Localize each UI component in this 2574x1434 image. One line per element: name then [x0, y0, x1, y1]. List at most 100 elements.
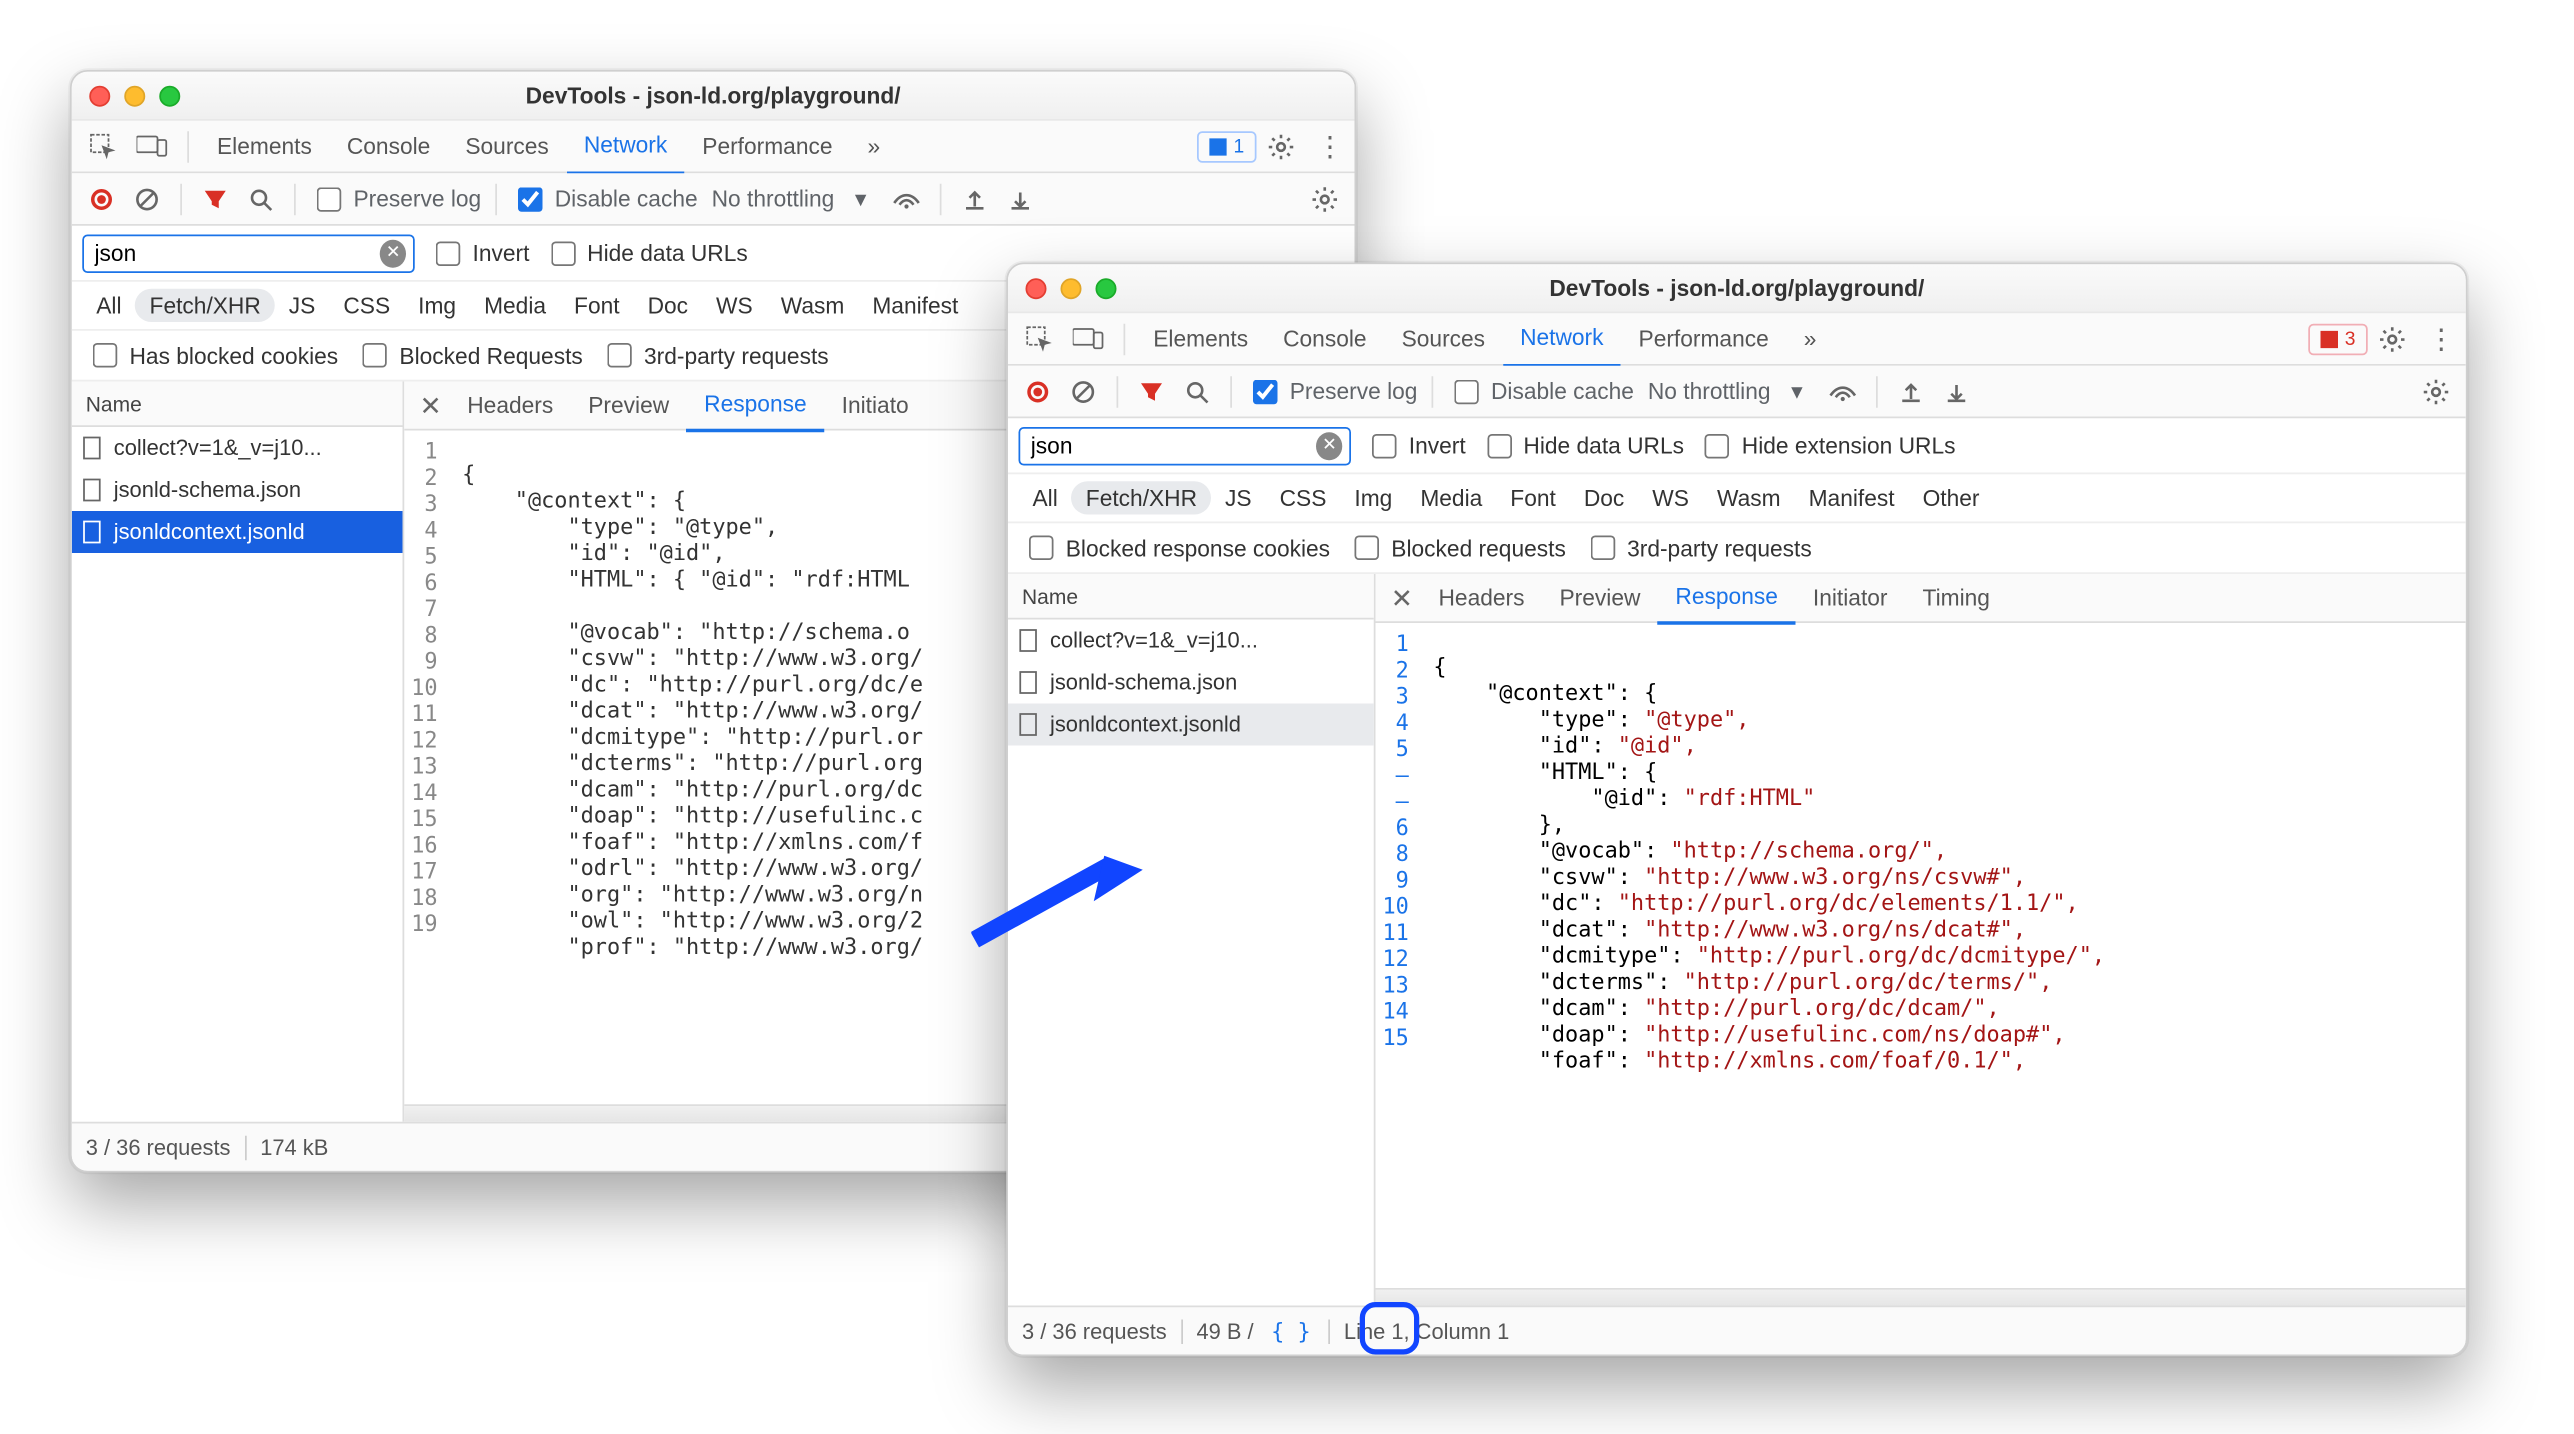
dtab-response[interactable]: Response — [687, 379, 824, 432]
dtab-headers[interactable]: Headers — [1421, 573, 1542, 622]
type-fetch-xhr[interactable]: Fetch/XHR — [1072, 481, 1211, 514]
type-js[interactable]: JS — [275, 289, 330, 322]
hide-data-urls-checkbox[interactable]: Hide data URLs — [543, 235, 747, 270]
kebab-menu-icon[interactable]: ⋮ — [2417, 321, 2466, 356]
request-row-selected[interactable]: jsonldcontext.jsonld — [1008, 704, 1374, 746]
type-wasm[interactable]: Wasm — [767, 289, 859, 322]
kebab-menu-icon[interactable]: ⋮ — [1306, 129, 1355, 164]
network-conditions-icon[interactable] — [887, 179, 926, 218]
third-party-checkbox[interactable]: 3rd-party requests — [600, 338, 828, 373]
tab-network[interactable]: Network — [1503, 311, 1621, 367]
blocked-requests-checkbox[interactable]: Blocked Requests — [356, 338, 583, 373]
dtab-headers[interactable]: Headers — [450, 381, 571, 430]
tab-network[interactable]: Network — [566, 118, 684, 174]
clear-icon[interactable] — [128, 179, 167, 218]
type-other[interactable]: Other — [1909, 481, 1994, 514]
has-blocked-cookies-checkbox[interactable]: Has blocked cookies — [86, 338, 338, 373]
type-ws[interactable]: WS — [702, 289, 767, 322]
search-icon[interactable] — [1178, 372, 1217, 411]
filter-input[interactable]: ✕ — [82, 234, 415, 273]
upload-har-icon[interactable] — [955, 179, 994, 218]
type-manifest[interactable]: Manifest — [858, 289, 972, 322]
tab-elements[interactable]: Elements — [200, 120, 330, 173]
inspect-icon[interactable] — [79, 122, 128, 171]
type-doc[interactable]: Doc — [634, 289, 702, 322]
response-source[interactable]: { "@context": { "type": "@type", "id": "… — [1423, 645, 2466, 1266]
tabs-overflow-icon[interactable]: » — [1786, 312, 1834, 365]
search-icon[interactable] — [242, 179, 281, 218]
close-detail-icon[interactable]: ✕ — [1383, 582, 1422, 614]
dtab-initiator[interactable]: Initiator — [1795, 573, 1905, 622]
download-har-icon[interactable] — [1001, 179, 1040, 218]
invert-checkbox[interactable]: Invert — [429, 235, 530, 270]
clear-filter-icon[interactable]: ✕ — [380, 239, 406, 267]
type-css[interactable]: CSS — [1266, 481, 1341, 514]
settings-icon[interactable] — [2368, 314, 2417, 363]
hide-data-urls-checkbox[interactable]: Hide data URLs — [1480, 428, 1684, 463]
tab-sources[interactable]: Sources — [1384, 312, 1502, 365]
type-manifest[interactable]: Manifest — [1795, 481, 1909, 514]
close-window-icon[interactable] — [1026, 277, 1047, 298]
zoom-window-icon[interactable] — [1096, 277, 1117, 298]
chevron-down-icon[interactable]: ▾ — [841, 179, 880, 218]
minimize-window-icon[interactable] — [1061, 277, 1082, 298]
tab-performance[interactable]: Performance — [685, 120, 850, 173]
type-ws[interactable]: WS — [1638, 481, 1703, 514]
dtab-response[interactable]: Response — [1658, 571, 1795, 624]
throttling-select[interactable]: No throttling — [712, 186, 835, 212]
list-header[interactable]: Name — [72, 382, 403, 428]
tabs-overflow-icon[interactable]: » — [850, 120, 898, 173]
inspect-icon[interactable] — [1015, 314, 1064, 363]
type-all[interactable]: All — [82, 289, 135, 322]
preserve-log-checkbox[interactable]: Preserve log — [310, 181, 481, 216]
h-scrollbar[interactable] — [1376, 1288, 2466, 1306]
dtab-timing[interactable]: Timing — [1905, 573, 2007, 622]
dtab-initiator[interactable]: Initiato — [824, 381, 926, 430]
record-icon[interactable] — [82, 179, 121, 218]
download-har-icon[interactable] — [1937, 372, 1976, 411]
issues-badge[interactable]: 1 — [1197, 130, 1257, 162]
network-conditions-icon[interactable] — [1823, 372, 1862, 411]
type-all[interactable]: All — [1019, 481, 1072, 514]
type-media[interactable]: Media — [1406, 481, 1496, 514]
upload-har-icon[interactable] — [1891, 372, 1930, 411]
type-wasm[interactable]: Wasm — [1703, 481, 1795, 514]
invert-checkbox[interactable]: Invert — [1365, 428, 1466, 463]
device-toggle-icon[interactable] — [1064, 314, 1113, 363]
record-icon[interactable] — [1019, 372, 1058, 411]
type-font[interactable]: Font — [560, 289, 634, 322]
filter-icon[interactable] — [1132, 372, 1171, 411]
close-detail-icon[interactable]: ✕ — [411, 389, 450, 421]
filter-input[interactable]: ✕ — [1019, 426, 1352, 465]
tab-console[interactable]: Console — [329, 120, 447, 173]
network-settings-icon[interactable] — [2417, 372, 2456, 411]
request-row[interactable]: jsonld-schema.json — [72, 469, 403, 511]
hide-extension-urls-checkbox[interactable]: Hide extension URLs — [1698, 428, 1955, 463]
type-css[interactable]: CSS — [329, 289, 404, 322]
tab-performance[interactable]: Performance — [1621, 312, 1786, 365]
blocked-response-cookies-checkbox[interactable]: Blocked response cookies — [1022, 530, 1330, 565]
preserve-log-checkbox[interactable]: Preserve log — [1246, 374, 1417, 409]
filter-icon[interactable] — [196, 179, 235, 218]
settings-icon[interactable] — [1257, 122, 1306, 171]
type-js[interactable]: JS — [1211, 481, 1266, 514]
request-row[interactable]: collect?v=1&_v=j10... — [1008, 620, 1374, 662]
type-font[interactable]: Font — [1496, 481, 1570, 514]
chevron-down-icon[interactable]: ▾ — [1778, 372, 1817, 411]
third-party-checkbox[interactable]: 3rd-party requests — [1583, 530, 1811, 565]
type-img[interactable]: Img — [1340, 481, 1406, 514]
dtab-preview[interactable]: Preview — [571, 381, 687, 430]
minimize-window-icon[interactable] — [124, 85, 145, 106]
close-window-icon[interactable] — [89, 85, 110, 106]
tab-elements[interactable]: Elements — [1136, 312, 1266, 365]
errors-badge[interactable]: 3 — [2308, 323, 2368, 355]
blocked-requests-checkbox[interactable]: Blocked requests — [1348, 530, 1566, 565]
request-row-selected[interactable]: jsonldcontext.jsonld — [72, 511, 403, 553]
zoom-window-icon[interactable] — [159, 85, 180, 106]
request-row[interactable]: collect?v=1&_v=j10... — [72, 427, 403, 469]
list-header[interactable]: Name — [1008, 574, 1374, 620]
type-doc[interactable]: Doc — [1570, 481, 1638, 514]
type-img[interactable]: Img — [404, 289, 470, 322]
clear-filter-icon[interactable]: ✕ — [1317, 431, 1343, 459]
type-fetch-xhr[interactable]: Fetch/XHR — [136, 289, 275, 322]
